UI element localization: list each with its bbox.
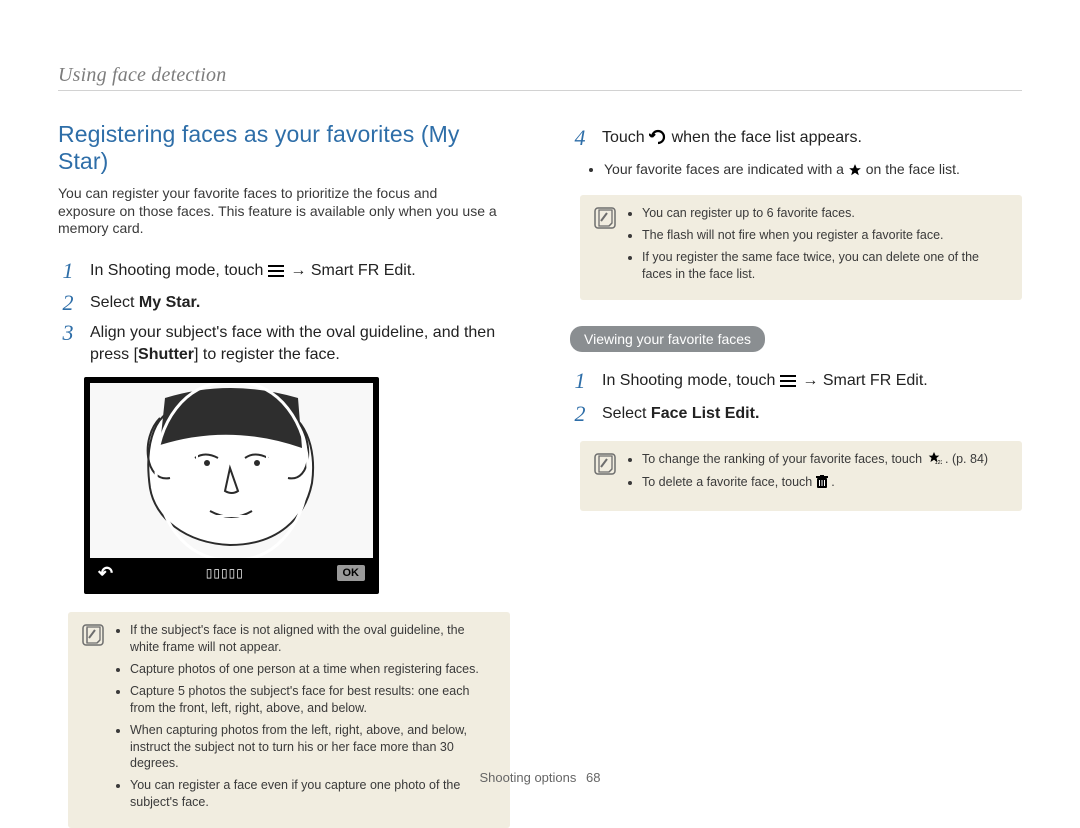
divider xyxy=(58,90,1022,91)
note-item: When capturing photos from the left, rig… xyxy=(130,722,496,773)
footer-page-number: 68 xyxy=(586,770,600,785)
step-term: Shutter xyxy=(138,346,194,363)
sub-bullet: Your favorite faces are indicated with a… xyxy=(604,160,1022,182)
back-icon: ↶ xyxy=(98,563,113,584)
note-item: You can register up to 6 favorite faces. xyxy=(642,205,1008,222)
step-number: 2 xyxy=(58,292,78,314)
note-box: If the subject's face is not aligned wit… xyxy=(68,612,510,828)
step-term: Face List Edit. xyxy=(651,405,759,422)
star-icon xyxy=(848,163,862,182)
progress-indicator: ▯▯▯▯▯ xyxy=(206,566,244,580)
star-rank-icon: 123 xyxy=(926,451,942,470)
menu-icon xyxy=(268,263,286,285)
step-text: Select xyxy=(602,405,651,422)
note-icon xyxy=(594,205,616,288)
back-icon xyxy=(649,129,667,152)
note-box: To change the ranking of your favorite f… xyxy=(580,441,1022,512)
note-item: To change the ranking of your favorite f… xyxy=(642,451,988,470)
step-4: 4 Touch when the face list appears. xyxy=(570,127,1022,152)
step-number: 1 xyxy=(58,260,78,282)
step-3: 3 Align your subject's face with the ova… xyxy=(58,322,510,365)
svg-text:123: 123 xyxy=(934,460,941,465)
step-text: In Shooting mode, touch xyxy=(602,372,780,389)
trash-icon xyxy=(816,475,828,494)
note-item: To delete a favorite face, touch . xyxy=(642,474,988,494)
note-icon xyxy=(594,451,616,500)
step-text: Smart FR Edit. xyxy=(311,262,416,279)
note-item: If the subject's face is not aligned wit… xyxy=(130,622,496,656)
step-number: 4 xyxy=(570,127,590,149)
ok-button: OK xyxy=(337,565,366,581)
focus-rect xyxy=(196,445,268,517)
note-item: Capture 5 photos the subject's face for … xyxy=(130,683,496,717)
step-number: 3 xyxy=(58,322,78,344)
breadcrumb: Using face detection xyxy=(58,0,1022,87)
arrow-icon: → xyxy=(290,262,310,279)
note-box: You can register up to 6 favorite faces.… xyxy=(580,195,1022,300)
step-number: 1 xyxy=(570,370,590,392)
step-2: 2 Select My Star. xyxy=(58,292,510,314)
note-item: Capture photos of one person at a time w… xyxy=(130,661,496,678)
illustration: ↶ ▯▯▯▯▯ OK xyxy=(84,377,510,594)
step-text: Touch xyxy=(602,129,649,146)
note-item: The flash will not fire when you registe… xyxy=(642,227,1008,244)
pill-heading: Viewing your favorite faces xyxy=(570,326,765,352)
arrow-icon: → xyxy=(802,372,822,389)
step-text: Select xyxy=(90,294,139,311)
step-text: In Shooting mode, touch xyxy=(90,262,268,279)
step-term: My Star. xyxy=(139,294,200,311)
footer-section: Shooting options xyxy=(480,770,577,785)
column-right: 4 Touch when the face list appears. Your… xyxy=(570,121,1022,828)
step-text: ] to register the face. xyxy=(194,346,340,363)
menu-icon xyxy=(780,373,798,395)
step-number: 2 xyxy=(570,403,590,425)
step-text: when the face list appears. xyxy=(672,129,862,146)
section-title: Registering faces as your favorites (My … xyxy=(58,121,510,175)
note-item: If you register the same face twice, you… xyxy=(642,249,1008,283)
note-icon xyxy=(82,622,104,816)
step-1b: 1 In Shooting mode, touch → Smart FR Edi… xyxy=(570,370,1022,395)
step-text: Smart FR Edit. xyxy=(823,372,928,389)
intro-paragraph: You can register your favorite faces to … xyxy=(58,185,498,238)
step-1: 1 In Shooting mode, touch → Smart FR Edi… xyxy=(58,260,510,285)
page-footer: Shooting options 68 xyxy=(0,770,1080,785)
column-left: Registering faces as your favorites (My … xyxy=(58,121,510,828)
step-2b: 2 Select Face List Edit. xyxy=(570,403,1022,425)
